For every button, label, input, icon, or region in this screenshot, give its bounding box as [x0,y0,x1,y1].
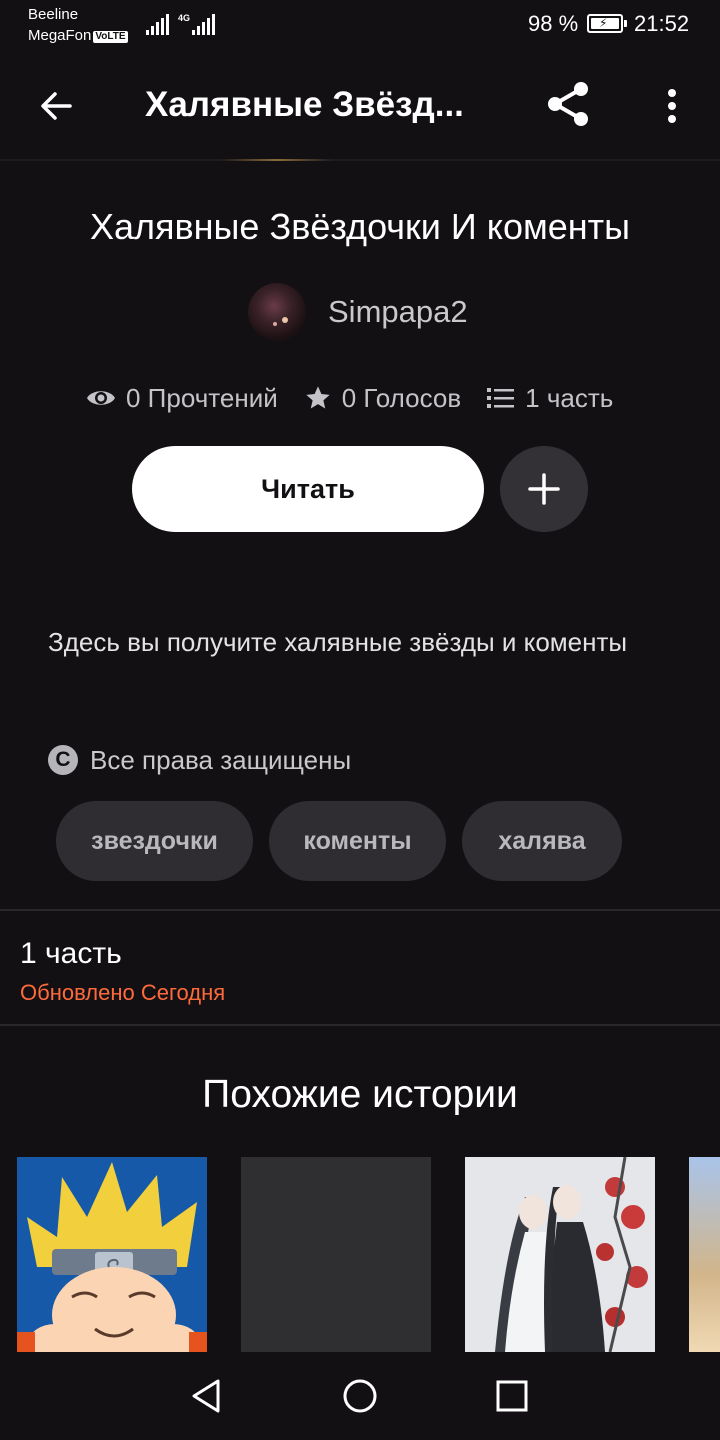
nav-home-button[interactable] [338,1374,382,1418]
triangle-back-icon [192,1379,220,1413]
more-options-button[interactable] [650,78,694,134]
volte-badge: VoLTE [93,31,128,43]
similar-story-cover[interactable] [689,1157,720,1352]
battery-icon: ⚡ [587,14,627,33]
header-separator [0,159,720,161]
battery-percent: 98 % [528,11,579,36]
cover-image [17,1157,207,1352]
divider [0,1024,720,1026]
author-link[interactable]: Simpapa2 [248,282,468,342]
network-type: 4G [178,13,190,23]
app-bar: Халявные Звёзд... [0,56,720,160]
similar-stories-carousel[interactable] [0,1157,720,1352]
tag-list: звездочки коменты халява [56,801,638,881]
story-stats: 0 Прочтений 0 Голосов 1 часть [86,376,613,420]
app-bar-title: Халявные Звёзд... [145,85,464,124]
similar-story-cover[interactable] [241,1157,431,1352]
list-icon [487,388,515,408]
tag-zvezdochki[interactable]: звездочки [56,801,253,881]
part-title[interactable]: 1 часть [20,935,122,973]
votes-count: 0 Голосов [341,382,462,413]
status-bar: Beeline MegaFon VoLTE 4G 98 % ⚡ 21:52 [0,0,720,56]
add-to-library-button[interactable] [500,446,588,532]
carrier-info: Beeline MegaFon VoLTE [28,4,128,46]
square-recents-icon [496,1380,528,1412]
story-title: Халявные Звёздочки И коменты [90,206,630,247]
similar-stories-title: Похожие истории [202,1073,518,1116]
arrow-left-icon [41,92,72,120]
similar-story-cover[interactable] [17,1157,207,1352]
share-button[interactable] [540,76,596,132]
similar-story-cover[interactable] [465,1157,655,1352]
story-description: Здесь вы получите халявные звёзды и коме… [48,627,628,657]
clock: 21:52 [634,11,690,36]
tag-khalyava[interactable]: халява [462,801,622,881]
votes-stat: 0 Голосов [304,383,461,414]
circle-home-icon [343,1379,377,1413]
copyright-label: Все права защищены [90,744,352,775]
read-button[interactable]: Читать [132,446,484,532]
author-name[interactable]: Simpapa2 [328,294,468,330]
copyright-icon: C [48,745,78,775]
avatar[interactable] [248,283,306,341]
parts-count: 1 часть [525,382,614,413]
eye-icon [87,391,115,405]
divider [0,909,720,911]
plus-icon [528,473,560,505]
nav-recents-button[interactable] [490,1374,534,1418]
system-nav-bar [0,1352,720,1440]
copyright-notice: C Все права защищены [48,740,351,780]
signal-icon: 4G [146,12,216,41]
reads-stat: 0 Прочтений [86,383,278,414]
carrier-name-2: MegaFon [28,27,92,44]
more-vertical-icon [668,89,676,123]
tag-komenty[interactable]: коменты [269,801,446,881]
cover-image [465,1157,655,1352]
share-icon [548,82,588,126]
nav-back-button[interactable] [186,1374,230,1418]
reads-count: 0 Прочтений [126,382,278,413]
star-icon [306,386,330,409]
parts-stat: 1 часть [487,383,613,414]
back-button[interactable] [30,80,82,132]
carrier-name-1: Beeline [28,6,79,23]
part-updated: Обновлено Сегодня [20,980,226,1005]
